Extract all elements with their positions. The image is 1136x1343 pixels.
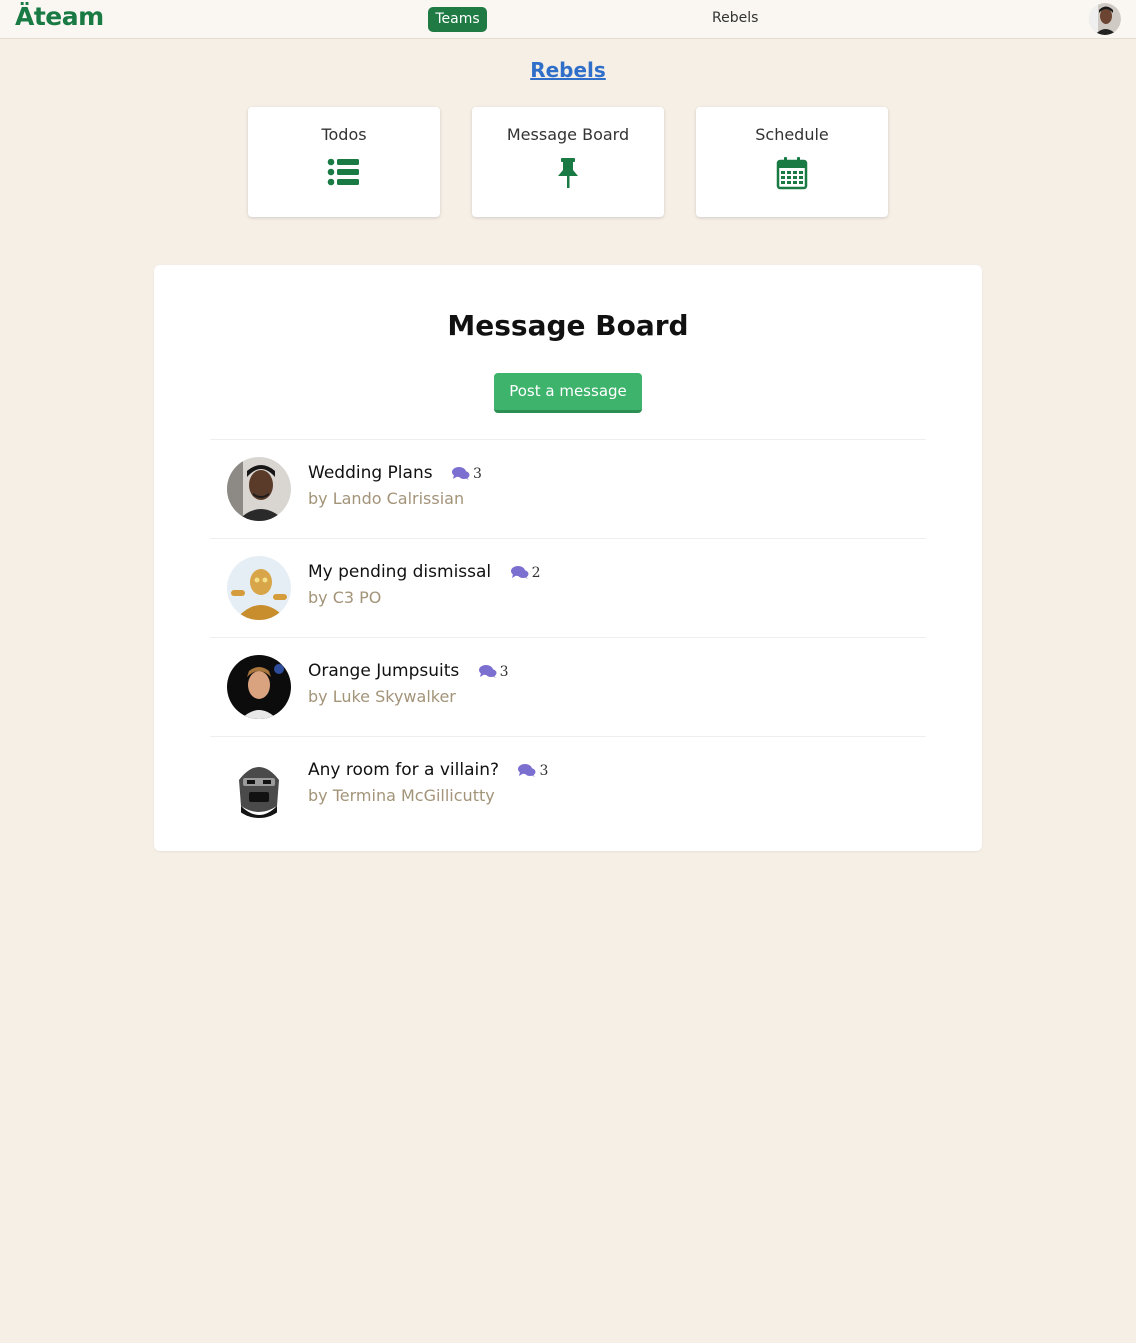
message-author: by Termina McGillicutty: [308, 786, 495, 805]
message-title-text: Orange Jumpsuits: [308, 661, 460, 681]
message-title[interactable]: Any room for a villain? 3: [308, 760, 548, 780]
message-title-text: Any room for a villain?: [308, 760, 500, 780]
teams-button[interactable]: Teams: [428, 7, 487, 32]
top-nav: Äteam Teams Rebels: [0, 0, 1136, 39]
schedule-card-label: Schedule: [755, 125, 829, 144]
message-board-panel: Message Board Post a message Wedding Pla…: [154, 265, 982, 851]
message-title-text: My pending dismissal: [308, 562, 492, 582]
comment-count-value: 2: [531, 565, 541, 581]
nav-team-link[interactable]: Rebels: [712, 10, 758, 26]
panel-title: Message Board: [447, 309, 689, 342]
schedule-card[interactable]: Schedule: [696, 107, 888, 217]
comment-count-value: 3: [539, 763, 549, 779]
app-logo[interactable]: Äteam: [15, 2, 104, 31]
calendar-icon: [776, 157, 808, 190]
comment-count: 3: [518, 763, 548, 779]
comments-icon: [478, 665, 497, 678]
avatar: [227, 655, 291, 719]
todos-card[interactable]: Todos: [248, 107, 440, 217]
comment-count-value: 3: [499, 664, 509, 680]
comments-icon: [510, 566, 529, 579]
comments-icon: [518, 764, 536, 777]
message-row[interactable]: Any room for a villain? 3 by Termina McG…: [210, 736, 926, 835]
user-avatar[interactable]: [1089, 3, 1121, 35]
message-title[interactable]: Orange Jumpsuits 3: [308, 661, 509, 681]
message-title[interactable]: My pending dismissal 2: [308, 562, 540, 582]
message-title[interactable]: Wedding Plans 3: [308, 463, 482, 483]
message-row[interactable]: My pending dismissal 2 by C3 PO: [210, 538, 926, 637]
message-author: by Luke Skywalker: [308, 687, 456, 706]
message-title-text: Wedding Plans: [308, 463, 433, 483]
pin-icon: [558, 158, 578, 188]
comment-count: 3: [478, 664, 509, 680]
avatar: [227, 556, 291, 620]
list-icon: [327, 158, 359, 186]
avatar: [227, 457, 291, 521]
comment-count: 3: [451, 466, 482, 482]
message-list: Wedding Plans 3 by Lando Calrissian My p…: [210, 439, 926, 835]
todos-card-label: Todos: [321, 125, 367, 144]
message-row[interactable]: Orange Jumpsuits 3 by Luke Skywalker: [210, 637, 926, 736]
message-board-card[interactable]: Message Board: [472, 107, 664, 217]
comment-count-value: 3: [472, 466, 482, 482]
message-board-card-label: Message Board: [506, 125, 630, 144]
post-message-button[interactable]: Post a message: [494, 373, 642, 413]
message-author: by Lando Calrissian: [308, 489, 465, 508]
message-row[interactable]: Wedding Plans 3 by Lando Calrissian: [210, 439, 926, 538]
avatar: [227, 754, 291, 818]
comment-count: 2: [510, 565, 541, 581]
message-author: by C3 PO: [308, 588, 382, 607]
comments-icon: [451, 467, 470, 480]
team-title-link[interactable]: Rebels: [0, 58, 1136, 82]
